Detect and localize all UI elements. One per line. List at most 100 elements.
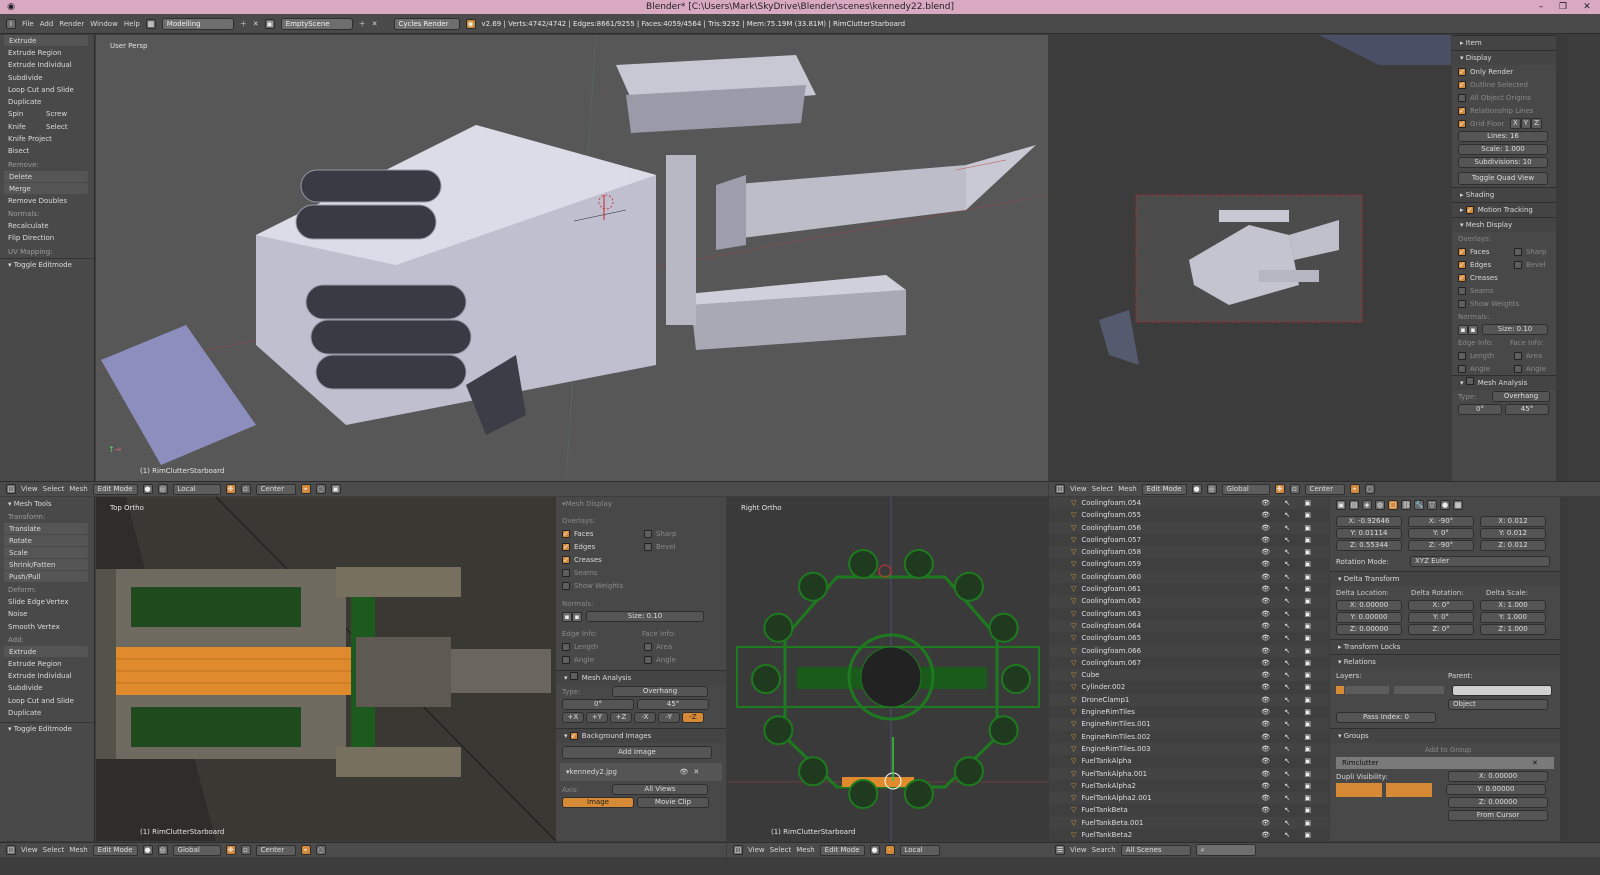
outliner-row[interactable]: ▽ EngineRimTiles.001 👁 ↖ ▣: [1049, 718, 1329, 731]
tool-extrude-individual[interactable]: Extrude Individual: [0, 59, 94, 71]
outliner-row[interactable]: ▽ Cylinder.002 👁 ↖ ▣: [1049, 681, 1329, 693]
proportional-icon[interactable]: ◌: [315, 484, 326, 494]
delta-rot-x-field[interactable]: X: 0°: [1408, 600, 1474, 611]
only-render-checkbox[interactable]: ✓ Only Render: [1452, 65, 1556, 78]
all-origins-checkbox[interactable]: All Object Origins: [1452, 91, 1556, 104]
visibility-icons[interactable]: 👁 ↖ ▣: [1261, 817, 1317, 829]
scene-field[interactable]: EmptyScene: [280, 17, 353, 30]
tool-duplicate[interactable]: Duplicate: [0, 707, 94, 719]
visibility-icons[interactable]: 👁 ↖ ▣: [1261, 571, 1317, 583]
tool-slide-vertex[interactable]: Vertex: [46, 598, 69, 606]
face-normals-icon[interactable]: ▪: [572, 611, 582, 622]
area-checkbox[interactable]: [1514, 351, 1522, 360]
tool-delete[interactable]: Delete: [4, 170, 88, 182]
outliner-menu-view[interactable]: View: [1070, 846, 1087, 854]
grid-lines-field[interactable]: Lines: 16: [1458, 131, 1548, 142]
visibility-icons[interactable]: 👁 ↖ ▣: [1261, 731, 1317, 743]
mode-select[interactable]: Edit Mode: [92, 844, 138, 856]
length-checkbox[interactable]: [1458, 351, 1466, 360]
visibility-icons[interactable]: 👁 ↖ ▣: [1261, 497, 1317, 509]
menu-select[interactable]: Select: [43, 485, 65, 493]
view3d-editor-icon[interactable]: ◫: [6, 484, 16, 494]
edges-checkbox[interactable]: ✓: [562, 542, 570, 551]
outliner-search-input[interactable]: ⌕: [1195, 844, 1256, 856]
visibility-icons[interactable]: 👁 ↖ ▣: [1261, 718, 1317, 730]
bevel-checkbox[interactable]: [1514, 260, 1522, 269]
axis-px-button[interactable]: +X: [562, 712, 584, 723]
tool-slide-edge[interactable]: Slide Edge: [8, 596, 46, 608]
grid-floor-checkbox[interactable]: ✓ Grid Floor XYZ: [1452, 117, 1556, 130]
maximize-icon[interactable]: ❐: [1552, 0, 1574, 14]
tool-extrude-region[interactable]: Extrude Region: [0, 47, 94, 59]
tool-extrude[interactable]: Extrude: [4, 35, 88, 46]
creases-checkbox[interactable]: ✓ Creases: [1452, 271, 1556, 284]
render-icon[interactable]: ▣: [330, 484, 341, 494]
remove-group-icon[interactable]: ✕: [1532, 759, 1538, 767]
vertex-normals-icon[interactable]: ▪: [1458, 324, 1468, 335]
menu-render[interactable]: Render: [59, 20, 84, 28]
object-tab-icon[interactable]: ▢: [1388, 499, 1398, 510]
object-properties-scrollbar[interactable]: [1560, 497, 1568, 841]
layout-icon[interactable]: ▦: [145, 18, 156, 29]
outliner-row[interactable]: ▽ DroneClamp1 👁 ↖ ▣: [1049, 693, 1329, 707]
visibility-icons[interactable]: 👁 ↖ ▣: [1261, 792, 1317, 804]
mode-select[interactable]: Edit Mode: [1141, 483, 1187, 495]
orientation-select[interactable]: Global: [1221, 483, 1270, 495]
shading-icon[interactable]: ●: [1191, 484, 1202, 494]
snap-icon[interactable]: ⌖: [300, 484, 311, 494]
grid-subdiv-field[interactable]: Subdivisions: 10: [1458, 157, 1548, 168]
tool-spin[interactable]: Spin: [8, 108, 46, 120]
outliner-row[interactable]: ▽ FuelTankAlpha2.001 👁 ↖ ▣: [1049, 792, 1329, 805]
pivot-icon[interactable]: ◎: [157, 484, 168, 494]
visibility-icons[interactable]: 👁 ↖ ▣: [1261, 632, 1317, 644]
remove-scene-icon[interactable]: ✕: [372, 20, 378, 28]
tool-translate[interactable]: Translate: [4, 523, 88, 534]
scale-x-field[interactable]: X: 0.012: [1480, 516, 1546, 527]
vertex-select-icon[interactable]: ·: [884, 845, 895, 855]
viewport-right-ortho[interactable]: Right Ortho (1) RimClutterStarboard: [727, 497, 1049, 841]
edges-checkbox[interactable]: ✓: [1458, 260, 1466, 269]
mesh-analysis-header[interactable]: ▾ Mesh Analysis: [556, 670, 726, 685]
parent-type-field[interactable]: Object: [1448, 699, 1548, 710]
visibility-icons[interactable]: 👁 ↖ ▣: [1261, 522, 1317, 534]
outliner-row[interactable]: ▽ FuelTankBeta.001 👁 ↖ ▣: [1049, 816, 1329, 830]
data-tab-icon[interactable]: ▽: [1427, 499, 1437, 510]
minimize-icon[interactable]: –: [1530, 0, 1552, 14]
scale-z-field[interactable]: Z: 0.012: [1480, 540, 1546, 551]
world-tab-icon[interactable]: ◍: [1375, 499, 1385, 510]
outliner-row[interactable]: ▽ EngineRimTiles.003 👁 ↖ ▣: [1049, 742, 1329, 756]
rotation-z-field[interactable]: Z: -90°: [1408, 540, 1474, 551]
creases-checkbox[interactable]: ✓ Creases: [556, 553, 726, 566]
pivot-icon[interactable]: ◎: [1206, 484, 1217, 494]
manipulator-icon[interactable]: ✥: [225, 845, 236, 855]
rotation-mode-select[interactable]: XYZ Euler: [1410, 556, 1550, 567]
menu-mesh[interactable]: Mesh: [69, 485, 87, 493]
visibility-icons[interactable]: 👁 ↖ ▣: [1261, 694, 1317, 706]
item-panel-header[interactable]: ▸ Item: [1452, 35, 1556, 50]
show-weights-checkbox[interactable]: Show Weights: [556, 579, 726, 592]
visibility-icons[interactable]: 👁 ↖ ▣: [1261, 595, 1317, 607]
view3d-editor-icon[interactable]: ◫: [733, 845, 743, 855]
mesh-display-header[interactable]: ▾ Mesh Display: [1452, 217, 1556, 232]
pass-index-field[interactable]: Pass Index: 0: [1336, 712, 1436, 723]
modifiers-tab-icon[interactable]: 🔧: [1414, 499, 1424, 510]
menu-view[interactable]: View: [21, 846, 38, 854]
outliner-row[interactable]: ▽ Coolingfoam.059 👁 ↖ ▣: [1049, 558, 1329, 570]
delta-loc-z-field[interactable]: Z: 0.00000: [1336, 624, 1402, 635]
normal-size-field[interactable]: Size: 0.10: [586, 611, 704, 622]
menu-add[interactable]: Add: [40, 20, 54, 28]
visibility-icons[interactable]: 👁 ↖ ▣: [1261, 755, 1317, 767]
pivot-center-select[interactable]: Center: [1304, 483, 1345, 495]
visibility-icons[interactable]: 👁 ↖ ▣: [1261, 657, 1317, 669]
grid-y-toggle[interactable]: Y: [1520, 118, 1532, 129]
motion-tracking-header[interactable]: ▸ ✓ Motion Tracking: [1452, 202, 1556, 217]
mesh-analysis-header[interactable]: ▾ Mesh Analysis: [1452, 375, 1556, 390]
eye-icon[interactable]: 👁: [680, 768, 689, 776]
axis-select[interactable]: All Views: [612, 784, 708, 795]
outliner-row[interactable]: ▽ EngineRimTiles.002 👁 ↖ ▣: [1049, 731, 1329, 743]
outliner-row[interactable]: ▽ EngineRimTiles 👁 ↖ ▣: [1049, 706, 1329, 718]
view3d-editor-icon[interactable]: ◫: [6, 845, 16, 855]
dupli-offset-z-field[interactable]: Z: 0.00000: [1448, 797, 1548, 808]
pivot-icon[interactable]: ◎: [157, 845, 168, 855]
faces-checkbox[interactable]: ✓: [1458, 247, 1466, 256]
